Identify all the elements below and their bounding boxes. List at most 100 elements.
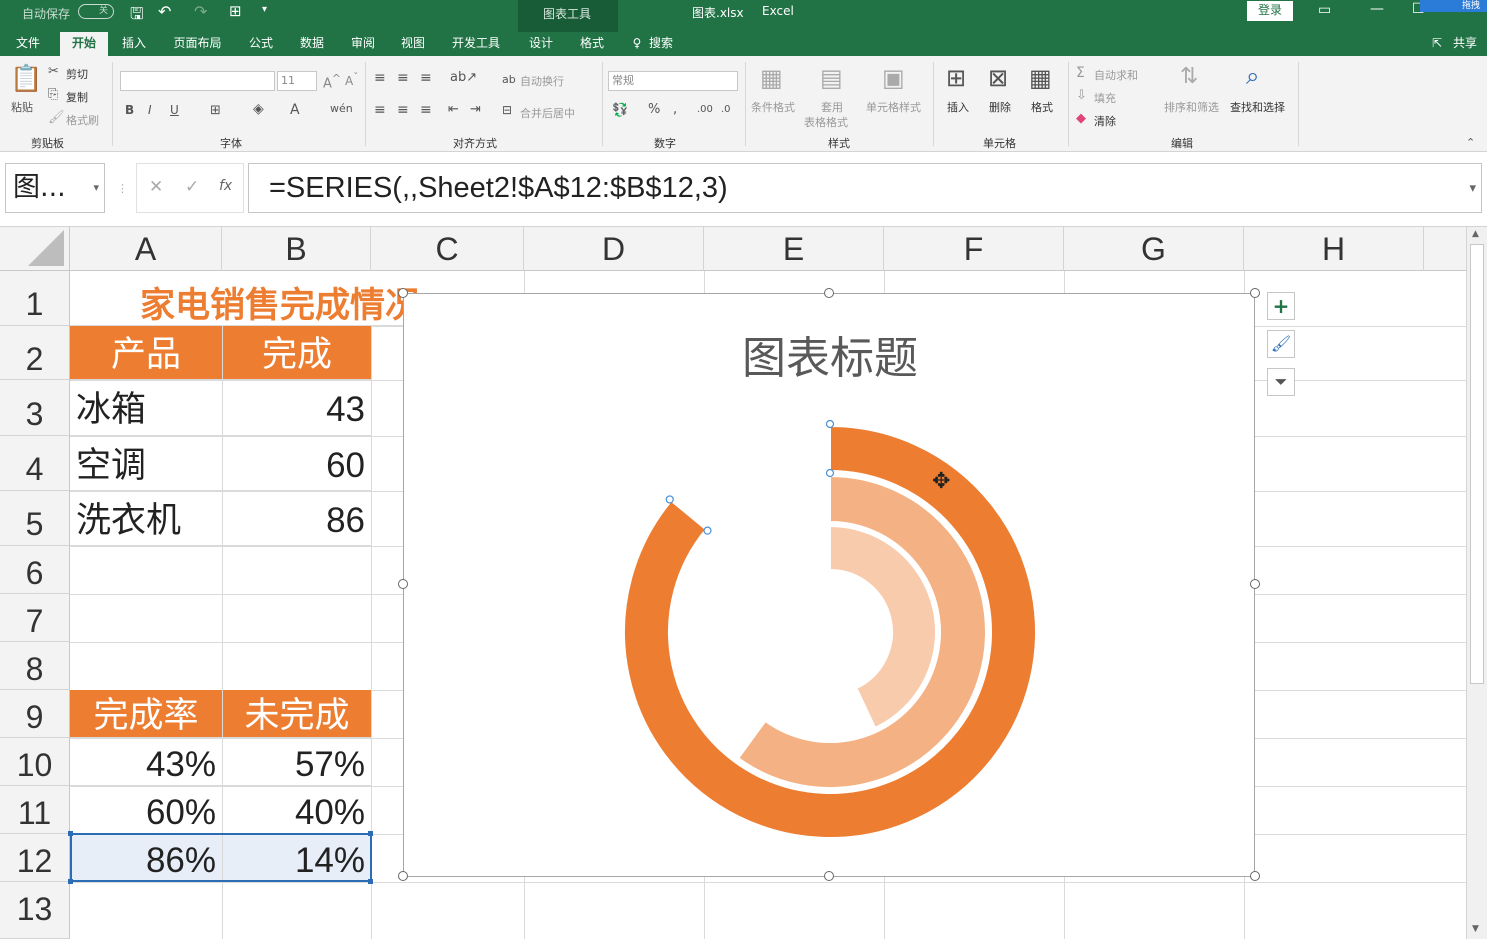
table-format-button[interactable]: 套用	[821, 99, 843, 115]
fill-color-icon[interactable]: ◈	[253, 101, 264, 117]
column-header-f[interactable]: F	[884, 227, 1064, 271]
font-size-combo[interactable]: 11	[277, 71, 317, 91]
insert-function-icon[interactable]: fx	[219, 178, 232, 194]
row-header-10[interactable]: 10	[0, 738, 70, 786]
number-format-combo[interactable]: 常规	[608, 71, 738, 91]
row-header-1[interactable]: 1	[0, 271, 70, 326]
quick-access-icon[interactable]: ⊞	[229, 2, 242, 20]
cut-button[interactable]: 剪切	[66, 66, 88, 82]
borders-icon[interactable]: ⊞	[210, 103, 221, 118]
formula-input[interactable]: =SERIES(,,Sheet2!$A$12:$B$12,3) ▾	[248, 163, 1482, 213]
copy-button[interactable]: 复制	[66, 89, 88, 105]
tab-view[interactable]: 视图	[392, 32, 434, 56]
format-painter-button[interactable]: 格式刷	[66, 112, 99, 128]
align-left-icon[interactable]: ≡	[374, 102, 386, 118]
row-header-3[interactable]: 3	[0, 380, 70, 436]
insert-cells-button[interactable]: 插入	[947, 99, 969, 115]
percent-icon[interactable]: %	[648, 102, 660, 117]
row-header-6[interactable]: 6	[0, 546, 70, 594]
cell-value-1[interactable]: 43	[223, 380, 372, 436]
header-remaining[interactable]: 未完成	[223, 690, 372, 738]
name-box[interactable]: 图... ▾	[5, 163, 105, 213]
column-header-g[interactable]: G	[1064, 227, 1244, 271]
cell-remain-1[interactable]: 57%	[223, 738, 372, 786]
chart-handle-t[interactable]	[824, 288, 834, 298]
cell-rate-1[interactable]: 43%	[70, 738, 223, 786]
sort-filter-button[interactable]: 排序和筛选	[1164, 99, 1219, 115]
decrease-indent-icon[interactable]: ⇤	[448, 102, 459, 117]
vertical-scrollbar[interactable]: ▲ ▼	[1466, 227, 1487, 939]
tab-formulas[interactable]: 公式	[240, 32, 282, 56]
grow-font-icon[interactable]: A^	[323, 72, 341, 91]
font-color-icon[interactable]: A	[290, 102, 300, 118]
redo-icon[interactable]: ↷	[194, 2, 207, 21]
tab-review[interactable]: 审阅	[342, 32, 384, 56]
delete-cells-button[interactable]: 删除	[989, 99, 1011, 115]
series-selection-handle-1[interactable]	[825, 419, 835, 429]
merge-center-button[interactable]: 合并后居中	[520, 105, 575, 121]
chart-handle-tl[interactable]	[398, 288, 408, 298]
italic-icon[interactable]: I	[148, 103, 152, 117]
paste-icon[interactable]: 📋	[10, 64, 42, 94]
series-selection-handle-3[interactable]	[665, 495, 674, 504]
find-select-button[interactable]: 查找和选择	[1230, 99, 1285, 115]
column-header-e[interactable]: E	[704, 227, 884, 271]
row-header-2[interactable]: 2	[0, 326, 70, 380]
chart-handle-br[interactable]	[1250, 871, 1260, 881]
align-middle-icon[interactable]: ≡	[397, 70, 409, 86]
shrink-font-icon[interactable]: Aˇ	[345, 72, 358, 88]
header-product[interactable]: 产品	[70, 326, 223, 380]
scroll-thumb[interactable]	[1470, 244, 1484, 684]
align-bottom-icon[interactable]: ≡	[420, 70, 432, 86]
chart-handle-bl[interactable]	[398, 871, 408, 881]
cell-rate-2[interactable]: 60%	[70, 786, 223, 834]
font-name-combo[interactable]	[120, 71, 275, 91]
range-handle-bl[interactable]	[68, 879, 73, 884]
tab-insert[interactable]: 插入	[113, 32, 155, 56]
enter-icon[interactable]: ✓	[185, 177, 199, 197]
range-handle-tr[interactable]	[368, 831, 373, 836]
clear-button[interactable]: 清除	[1094, 113, 1116, 129]
autosum-button[interactable]: 自动求和	[1094, 67, 1138, 83]
align-center-icon[interactable]: ≡	[397, 102, 409, 118]
column-header-c[interactable]: C	[371, 227, 524, 271]
row-header-5[interactable]: 5	[0, 491, 70, 546]
tab-developer[interactable]: 开发工具	[443, 32, 509, 56]
cell-value-3[interactable]: 86	[223, 491, 372, 546]
cell-remain-2[interactable]: 40%	[223, 786, 372, 834]
tell-me-search[interactable]: 搜索	[646, 32, 676, 56]
column-header-b[interactable]: B	[222, 227, 371, 271]
chart-handle-b[interactable]	[824, 871, 834, 881]
row-header-8[interactable]: 8	[0, 642, 70, 690]
cell-product-3[interactable]: 洗衣机	[70, 491, 223, 546]
row-header-4[interactable]: 4	[0, 436, 70, 491]
conditional-format-button[interactable]: 条件格式	[751, 99, 795, 115]
row-header-12[interactable]: 12	[0, 834, 70, 882]
increase-indent-icon[interactable]: ⇥	[470, 102, 481, 117]
tab-file[interactable]: 文件	[4, 32, 52, 56]
fill-button[interactable]: 填充	[1094, 90, 1116, 106]
paste-button[interactable]: 粘贴	[11, 99, 33, 115]
row-header-7[interactable]: 7	[0, 594, 70, 642]
select-all-corner[interactable]	[0, 227, 70, 271]
row-header-9[interactable]: 9	[0, 690, 70, 738]
customize-qat-icon[interactable]: ▾	[262, 4, 267, 15]
range-handle-br[interactable]	[368, 879, 373, 884]
cell-product-1[interactable]: 冰箱	[70, 380, 223, 436]
range-handle-tl[interactable]	[68, 831, 73, 836]
cell-rate-3[interactable]: 86%	[70, 834, 223, 882]
scroll-up-icon[interactable]: ▲	[1472, 229, 1479, 239]
chart-elements-icon[interactable]: +	[1267, 292, 1295, 320]
tab-home[interactable]: 开始	[60, 32, 108, 56]
orientation-icon[interactable]: ab↗	[450, 70, 477, 85]
autosave-toggle[interactable]: 关	[78, 4, 114, 19]
cell-styles-button[interactable]: 单元格样式	[866, 99, 921, 115]
header-completed[interactable]: 完成	[223, 326, 372, 380]
wrap-text-button[interactable]: 自动换行	[520, 73, 564, 89]
cell-product-2[interactable]: 空调	[70, 436, 223, 491]
collapse-ribbon-icon[interactable]: ⌃	[1466, 136, 1475, 149]
chart-handle-l[interactable]	[398, 579, 408, 589]
increase-decimal-icon[interactable]: .00	[697, 104, 713, 115]
minimize-icon[interactable]: —	[1370, 1, 1384, 17]
row-header-11[interactable]: 11	[0, 786, 70, 834]
